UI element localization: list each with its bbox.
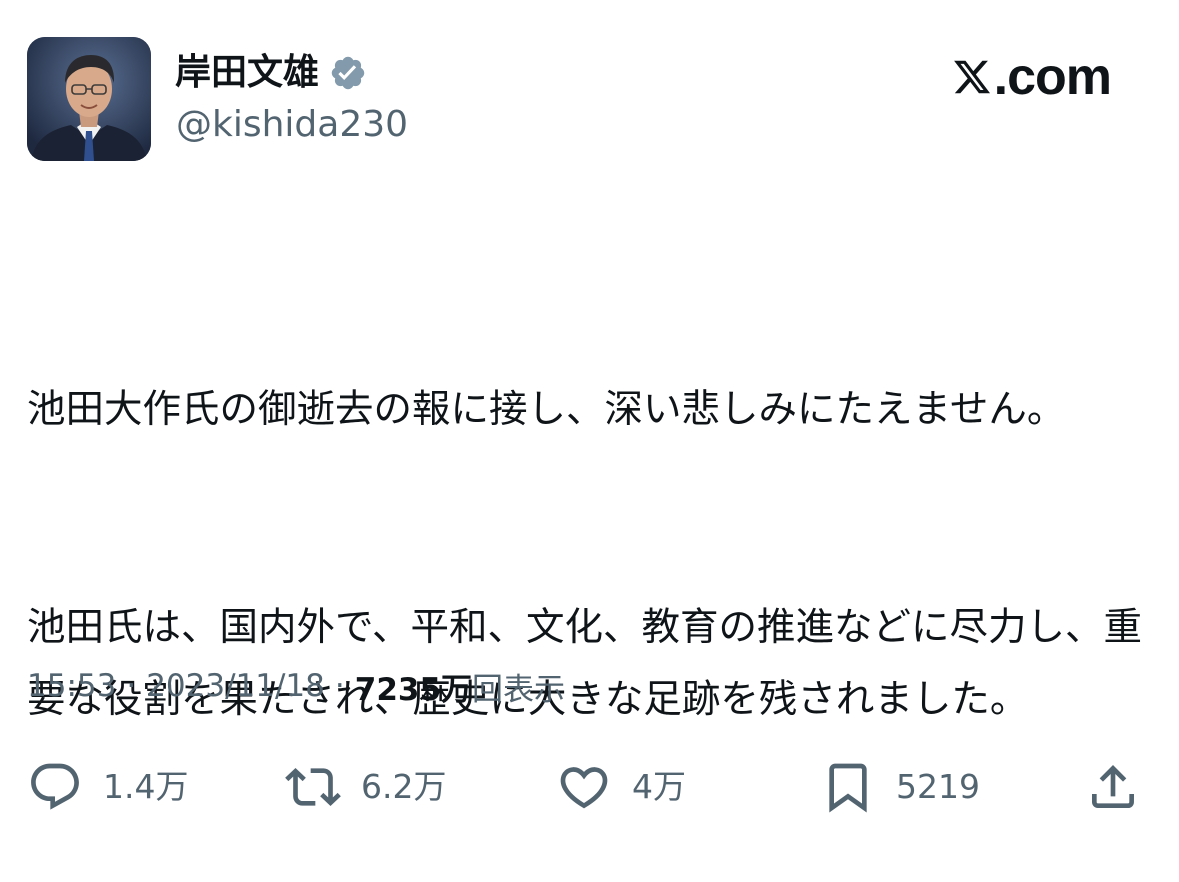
author-handle[interactable]: @kishida230	[176, 101, 408, 149]
brand-watermark: .com	[952, 46, 1112, 108]
meta-separator: ·	[334, 668, 345, 704]
reply-button[interactable]: 1.4万	[27, 752, 188, 822]
bookmark-icon	[820, 759, 876, 815]
views-count[interactable]: 7235万	[355, 664, 472, 709]
like-count: 4万	[632, 767, 686, 806]
tweet-meta: 15:53 · 2023/11/18 · 7235万 回表示	[27, 660, 565, 712]
tweet-card: 岸田文雄 @kishida230 .com 池田大作氏の御逝去の報に接し、深い悲…	[0, 0, 1179, 857]
tweet-date[interactable]: 2023/11/18	[146, 668, 325, 704]
avatar[interactable]	[27, 37, 151, 161]
author-name-row: 岸田文雄	[175, 46, 367, 100]
share-button[interactable]	[1085, 752, 1141, 822]
tweet-time[interactable]: 15:53	[27, 668, 116, 704]
profile-photo-icon	[27, 37, 151, 161]
reply-icon	[27, 759, 83, 815]
views-label[interactable]: 回表示	[472, 664, 565, 709]
share-icon	[1085, 759, 1141, 815]
tweet-paragraph: 池田大作氏の御逝去の報に接し、深い悲しみにたえません。	[27, 387, 1066, 432]
repost-count: 6.2万	[361, 767, 447, 806]
brand-domain-text: .com	[993, 48, 1112, 106]
heart-icon	[556, 759, 612, 815]
repost-icon	[285, 759, 341, 815]
bookmark-count: 5219	[896, 767, 980, 806]
like-button[interactable]: 4万	[556, 752, 686, 822]
action-bar: 1.4万 6.2万 4万 5219	[0, 752, 1179, 822]
meta-separator: ·	[126, 668, 137, 704]
author-display-name[interactable]: 岸田文雄	[175, 46, 319, 100]
x-logo-icon	[952, 57, 992, 97]
bookmark-button[interactable]: 5219	[820, 752, 980, 822]
verified-badge-icon	[329, 54, 367, 92]
repost-button[interactable]: 6.2万	[285, 752, 446, 822]
reply-count: 1.4万	[103, 767, 189, 806]
